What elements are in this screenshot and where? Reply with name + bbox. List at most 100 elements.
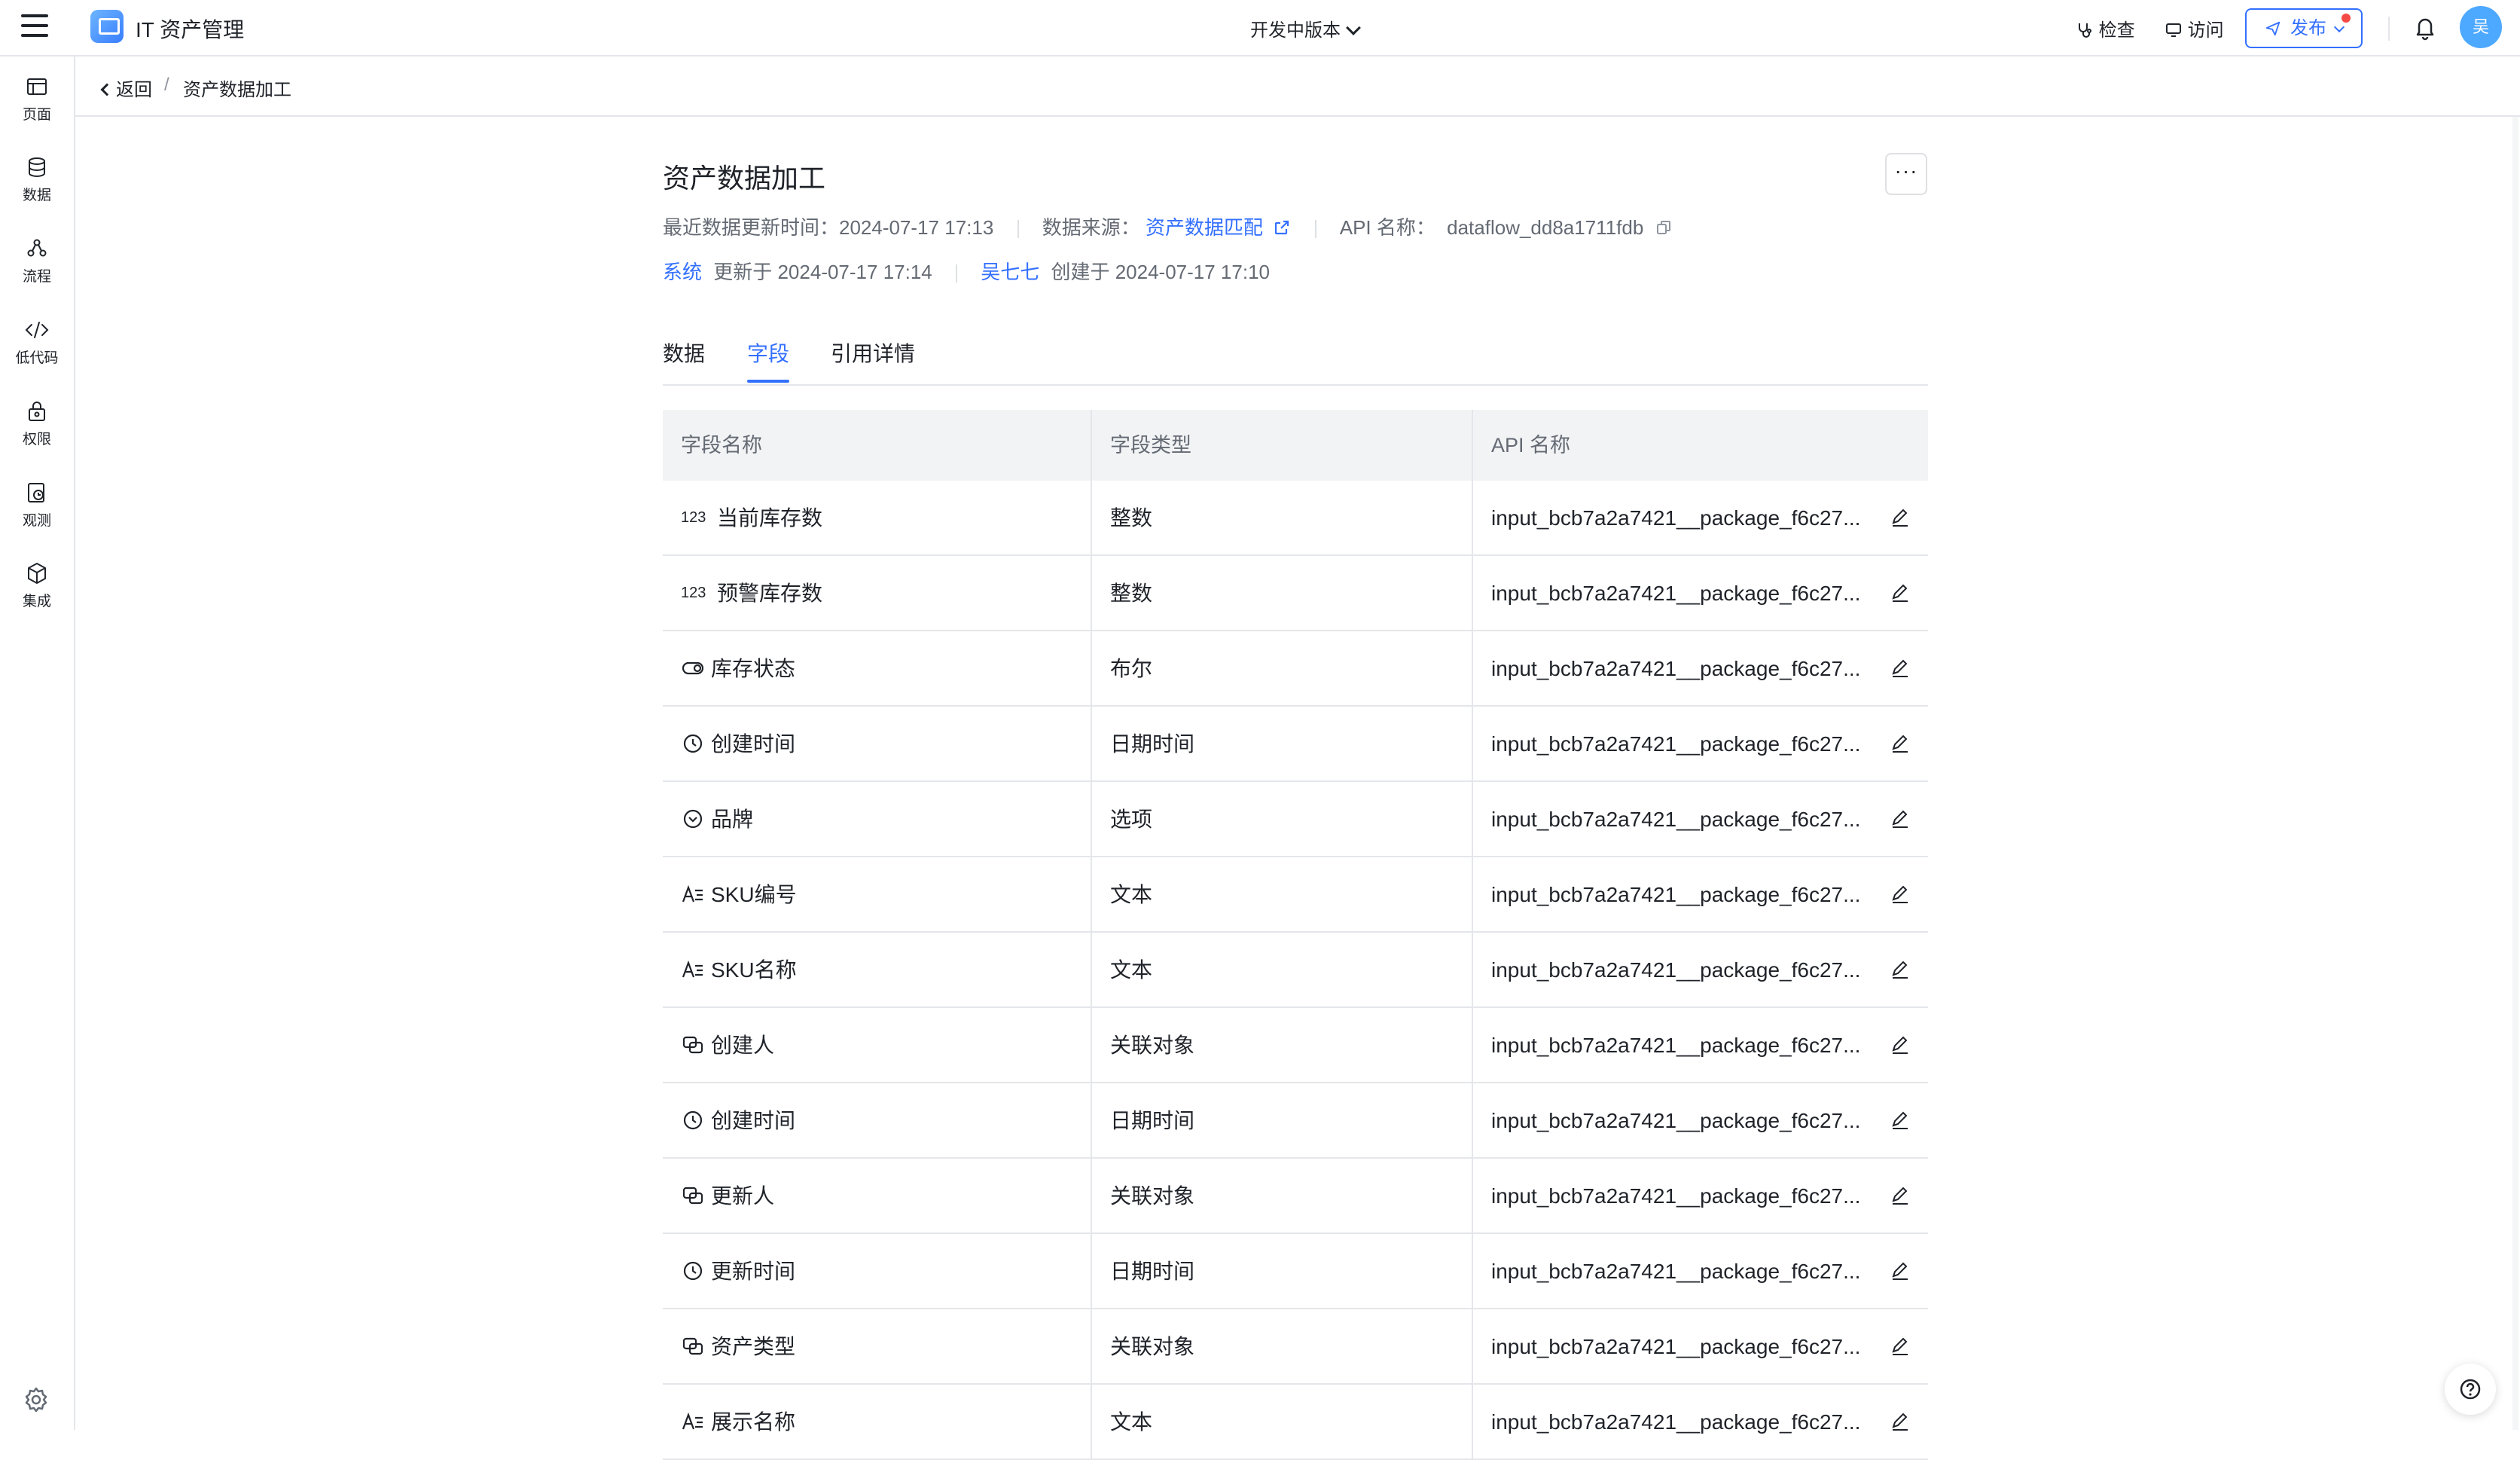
breadcrumb: 返回 / 资产数据加工 (75, 57, 2520, 117)
edit-icon[interactable] (1890, 583, 1910, 603)
table-row[interactable]: 展示名称 文本 input_bcb7a2a7421__package_f6c27..… (663, 1385, 1928, 1460)
field-type-cell: 关联对象 (1092, 1159, 1473, 1234)
visit-button[interactable]: 访问 (2165, 15, 2224, 41)
table-row[interactable]: 创建时间 日期时间 input_bcb7a2a7421__package_f6c27… (663, 707, 1928, 782)
api-name-cell: input_bcb7a2a7421__package_f6c27... (1473, 1309, 1928, 1385)
field-name-cell: SKU编号 (663, 857, 1092, 933)
avatar[interactable]: 吴 (2460, 6, 2502, 48)
sidebar-item-label: 观测 (22, 513, 51, 529)
field-name: 库存状态 (711, 657, 796, 680)
table-row[interactable]: 品牌 选项 input_bcb7a2a7421__package_f6c27... (663, 782, 1928, 857)
table-row[interactable]: 更新人 关联对象 input_bcb7a2a7421__package_f6c27.… (663, 1159, 1928, 1234)
meta-info: 最近数据更新时间：2024-07-17 17:13 数据来源： 资产数据匹配 A… (663, 212, 1672, 240)
updated-text: 更新于 2024-07-17 17:14 (713, 261, 932, 283)
table-row[interactable]: 更新时间 日期时间 input_bcb7a2a7421__package_f6c27… (663, 1234, 1928, 1309)
api-name: input_bcb7a2a7421__package_f6c27... (1491, 506, 1861, 530)
tab-data[interactable]: 数据 (663, 338, 705, 383)
version-selector[interactable]: 开发中版本 (1250, 15, 1361, 41)
edit-icon[interactable] (1890, 809, 1910, 829)
updater-link[interactable]: 系统 (663, 261, 702, 283)
app-title: IT 资产管理 (136, 18, 245, 41)
text-icon (682, 960, 703, 977)
publish-button[interactable]: 发布 (2245, 8, 2363, 48)
sidebar-item-observe[interactable]: 观测 (0, 481, 74, 530)
chevron-down-icon (1346, 20, 1361, 35)
edit-icon[interactable] (1890, 1186, 1910, 1205)
column-header-field-type: 字段类型 (1092, 410, 1473, 481)
link-icon (682, 1337, 703, 1355)
clock-icon (683, 1110, 703, 1129)
chevron-left-icon (100, 83, 114, 96)
table-body: 123 当前库存数 整数 input_bcb7a2a7421__package_f6c… (663, 481, 1928, 1460)
link-icon (682, 1187, 703, 1204)
sidebar-item-lowcode[interactable]: 低代码 (0, 318, 74, 367)
toggle-icon (682, 661, 704, 674)
field-type-cell: 日期时间 (1092, 1234, 1473, 1309)
sidebar-item-permission[interactable]: 权限 (0, 399, 74, 448)
field-name: 创建人 (711, 1034, 775, 1057)
inspect-button[interactable]: 检查 (2076, 15, 2135, 41)
edit-icon[interactable] (1890, 1261, 1910, 1281)
tab-fields[interactable]: 字段 (747, 338, 790, 383)
edit-icon[interactable] (1890, 1110, 1910, 1130)
api-name-cell: input_bcb7a2a7421__package_f6c27... (1473, 481, 1928, 556)
source-link[interactable]: 资产数据匹配 (1146, 216, 1296, 239)
table-row[interactable]: 123 当前库存数 整数 input_bcb7a2a7421__package_f6c… (663, 481, 1928, 556)
flow-icon (27, 239, 47, 257)
sidebar-item-pages[interactable]: 页面 (0, 75, 74, 124)
edit-icon[interactable] (1890, 1035, 1910, 1055)
table-row[interactable]: 123 预警库存数 整数 input_bcb7a2a7421__package_f6c… (663, 556, 1928, 631)
table-row[interactable]: 库存状态 布尔 input_bcb7a2a7421__package_f6c27..… (663, 631, 1928, 707)
table-row[interactable]: SKU编号 文本 input_bcb7a2a7421__package_f6c27.… (663, 857, 1928, 933)
field-name: 更新人 (711, 1184, 775, 1208)
field-name: 当前库存数 (717, 506, 823, 530)
api-name: input_bcb7a2a7421__package_f6c27... (1491, 732, 1861, 756)
breadcrumb-current: 资产数据加工 (183, 80, 291, 100)
api-name-cell: input_bcb7a2a7421__package_f6c27... (1473, 1234, 1928, 1309)
external-link-icon (1275, 221, 1289, 235)
table-row[interactable]: SKU名称 文本 input_bcb7a2a7421__package_f6c27.… (663, 933, 1928, 1008)
api-name: input_bcb7a2a7421__package_f6c27... (1491, 1184, 1861, 1208)
field-name: 预警库存数 (717, 582, 823, 605)
api-name-cell: input_bcb7a2a7421__package_f6c27... (1473, 1385, 1928, 1460)
edit-icon[interactable] (1890, 734, 1910, 753)
edit-icon[interactable] (1890, 884, 1910, 904)
more-button[interactable]: ··· (1885, 153, 1927, 195)
back-link[interactable]: 返回 (100, 75, 152, 101)
edit-icon[interactable] (1890, 1336, 1910, 1356)
tab-bar: 数据 字段 引用详情 (663, 331, 1928, 386)
stethoscope-icon (2079, 23, 2091, 38)
field-type-cell: 文本 (1092, 1385, 1473, 1460)
field-name: SKU编号 (711, 883, 797, 906)
api-name: input_bcb7a2a7421__package_f6c27... (1491, 1109, 1861, 1132)
help-button[interactable] (2445, 1364, 2496, 1415)
page-icon (27, 78, 47, 95)
tab-references[interactable]: 引用详情 (831, 338, 915, 383)
sidebar-item-integration[interactable]: 集成 (0, 561, 74, 610)
version-label: 开发中版本 (1250, 20, 1341, 41)
sidebar-item-data[interactable]: 数据 (0, 155, 74, 204)
field-name: SKU名称 (711, 958, 797, 982)
bell-icon[interactable] (2410, 12, 2440, 42)
publish-label: 发布 (2290, 18, 2326, 38)
page-title: 资产数据加工 (663, 163, 826, 194)
code-icon (25, 322, 49, 338)
top-bar: IT 资产管理 开发中版本 检查 访问 发布 吴 (0, 0, 2520, 57)
edit-icon[interactable] (1890, 508, 1910, 527)
menu-icon[interactable] (21, 14, 48, 40)
edit-icon[interactable] (1890, 1412, 1910, 1431)
table-row[interactable]: 资产类型 关联对象 input_bcb7a2a7421__package_f6c27… (663, 1309, 1928, 1385)
field-name-cell: 创建时间 (663, 707, 1092, 782)
gear-icon[interactable] (21, 1385, 51, 1415)
divider (2388, 17, 2390, 41)
table-row[interactable]: 创建人 关联对象 input_bcb7a2a7421__package_f6c27.… (663, 1008, 1928, 1083)
edit-icon[interactable] (1890, 658, 1910, 678)
creator-link[interactable]: 吴七七 (981, 261, 1039, 283)
field-name-cell: 资产类型 (663, 1309, 1092, 1385)
field-type-cell: 关联对象 (1092, 1008, 1473, 1083)
sidebar-item-flow[interactable]: 流程 (0, 237, 74, 286)
scrollbar[interactable] (2512, 117, 2518, 1430)
edit-icon[interactable] (1890, 960, 1910, 979)
copy-icon[interactable] (1655, 219, 1672, 236)
table-row[interactable]: 创建时间 日期时间 input_bcb7a2a7421__package_f6c27… (663, 1083, 1928, 1159)
